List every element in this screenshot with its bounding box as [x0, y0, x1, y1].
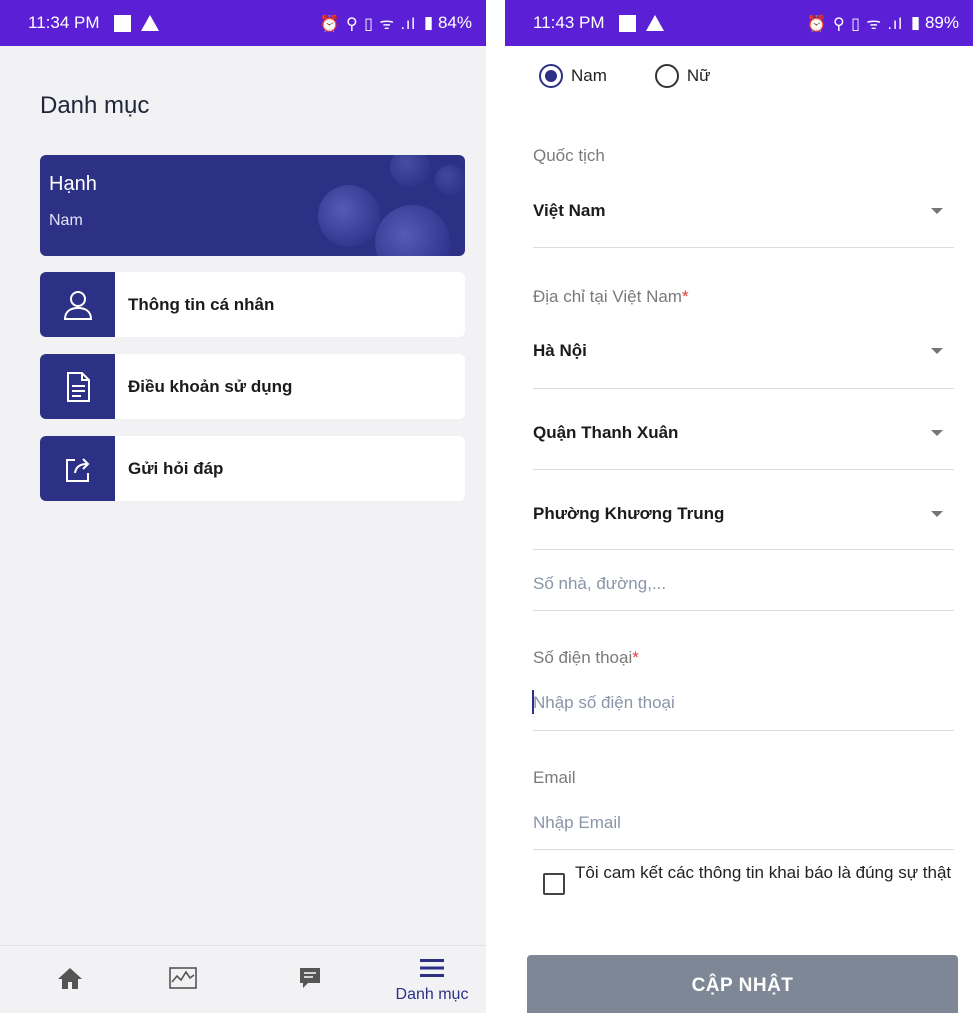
gender-radio-male[interactable] [539, 64, 563, 88]
field-divider [533, 849, 954, 850]
bottom-navigation: Danh mục [0, 945, 486, 1013]
chevron-down-icon[interactable] [931, 511, 943, 517]
required-mark: * [632, 648, 639, 667]
page-title: Danh mục [40, 92, 150, 119]
province-select[interactable]: Hà Nội [533, 341, 587, 361]
nationality-label: Quốc tịch [533, 146, 605, 165]
commitment-text: Tôi cam kết các thông tin khai báo là đú… [575, 863, 952, 882]
required-mark: * [681, 287, 689, 306]
menu-item-terms[interactable]: Điều khoản sử dụng [40, 354, 465, 419]
ward-select[interactable]: Phường Khương Trung [533, 504, 724, 524]
home-icon [57, 966, 83, 995]
field-divider [533, 549, 954, 550]
gender-radio-group: Nam Nữ [539, 64, 711, 88]
notification-square-icon [618, 14, 636, 32]
menu-item-send-question[interactable]: Gửi hỏi đáp [40, 436, 465, 501]
field-divider [533, 247, 954, 248]
status-time: 11:34 PM [28, 13, 100, 32]
update-button[interactable]: CẬP NHẬT [527, 955, 958, 1013]
nav-messages[interactable] [290, 946, 330, 1013]
commitment-row: Tôi cam kết các thông tin khai báo là đú… [543, 862, 960, 895]
system-icons: ⏰ ⚲ ▯ ᯤ .ıl [806, 16, 903, 33]
field-divider [533, 610, 954, 611]
document-icon [40, 354, 115, 419]
menu-item-personal-info[interactable]: Thông tin cá nhân [40, 272, 465, 337]
battery-indicator: ▮ 84% [423, 13, 472, 32]
profile-card[interactable]: Hạnh Nam [40, 155, 465, 256]
nav-menu[interactable]: Danh mục [382, 946, 482, 1013]
warning-icon [645, 15, 664, 31]
nav-statistics[interactable] [163, 946, 203, 1013]
chevron-down-icon[interactable] [931, 430, 943, 436]
gender-option-label: Nam [571, 66, 607, 85]
virus-illustration [318, 185, 380, 247]
chevron-down-icon[interactable] [931, 348, 943, 354]
message-icon [298, 966, 322, 995]
menu-item-label: Điều khoản sử dụng [128, 376, 293, 396]
street-input[interactable]: Số nhà, đường,... [533, 574, 666, 594]
chart-icon [169, 966, 197, 994]
status-bar: 11:34 PM ⏰ ⚲ ▯ ᯤ .ıl ▮ 84% [0, 0, 486, 46]
email-input[interactable]: Nhập Email [533, 813, 621, 833]
user-icon [40, 272, 115, 337]
battery-indicator: ▮ 89% [910, 13, 959, 32]
virus-illustration [435, 165, 465, 195]
radio-selected-dot [545, 70, 557, 82]
address-label-text: Địa chỉ tại Việt Nam [533, 287, 682, 306]
email-label: Email [533, 768, 576, 787]
field-divider [533, 388, 954, 389]
field-divider [533, 469, 954, 470]
nav-menu-label: Danh mục [395, 985, 469, 1003]
district-select[interactable]: Quận Thanh Xuân [533, 423, 678, 443]
gender-option-label: Nữ [686, 66, 711, 85]
chevron-down-icon[interactable] [931, 208, 943, 214]
profile-name: Hạnh [49, 173, 97, 195]
phone-label-text: Số điện thoại [533, 648, 633, 667]
status-time: 11:43 PM [533, 13, 605, 32]
share-icon [40, 436, 115, 501]
virus-illustration [390, 155, 430, 187]
nationality-select[interactable]: Việt Nam [533, 201, 605, 221]
personal-info-form-screen: 11:43 PM ⏰ ⚲ ▯ ᯤ .ıl ▮ 89% Nam Nữ Quốc t… [505, 0, 973, 1013]
commitment-checkbox[interactable] [543, 873, 565, 895]
profile-gender: Nam [49, 212, 83, 229]
menu-item-label: Gửi hỏi đáp [128, 458, 224, 478]
field-divider [533, 730, 954, 731]
system-icons: ⏰ ⚲ ▯ ᯤ .ıl [319, 16, 416, 33]
virus-illustration [375, 205, 450, 256]
phone-label: Số điện thoại* [533, 648, 639, 668]
menu-item-label: Thông tin cá nhân [128, 294, 275, 314]
menu-screen: 11:34 PM ⏰ ⚲ ▯ ᯤ .ıl ▮ 84% Danh mục Hạnh… [0, 0, 486, 1013]
warning-icon [140, 15, 159, 31]
status-bar: 11:43 PM ⏰ ⚲ ▯ ᯤ .ıl ▮ 89% [505, 0, 973, 46]
nav-home[interactable] [50, 946, 90, 1013]
address-label: Địa chỉ tại Việt Nam* [533, 287, 689, 307]
notification-square-icon [113, 14, 131, 32]
phone-input[interactable]: Nhập số điện thoại [533, 693, 675, 713]
gender-radio-female[interactable] [654, 64, 679, 88]
menu-icon [419, 957, 445, 984]
